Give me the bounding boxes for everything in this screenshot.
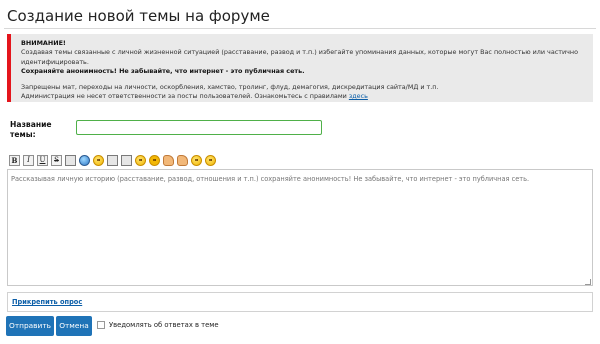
warning-line-anonymity: Сохраняйте анонимность! Не забывайте, чт… [21,66,305,75]
editor-toolbar: B I U S [9,154,216,166]
resize-grip-icon[interactable] [585,279,591,285]
notify-checkbox[interactable] [97,321,105,329]
cancel-button[interactable]: Отмена [56,316,92,336]
underline-button[interactable]: U [37,154,48,166]
notify-label: Уведомлять об ответах в теме [109,321,219,329]
italic-button[interactable]: I [23,154,34,166]
title-divider [4,28,596,29]
page-title: Создание новой темы на форуме [7,7,270,25]
quote-icon[interactable] [65,154,76,166]
image-icon[interactable] [107,154,118,166]
submit-button[interactable]: Отправить [6,316,54,336]
wave-icon[interactable] [177,154,188,166]
warning-responsibility-text: Администрация не несет ответственности з… [21,92,347,101]
happy-icon[interactable] [191,154,202,166]
topic-title-input[interactable] [76,120,322,135]
topic-title-label: Название темы: [10,120,52,139]
notify-option[interactable]: Уведомлять об ответах в теме [97,321,219,329]
message-editor[interactable] [7,169,593,286]
smiley-icon[interactable] [93,154,104,166]
poll-section: Прикрепить опрос [7,292,593,312]
cool-icon[interactable] [149,154,160,166]
warning-notice: ВНИМАНИЕ! Создавая темы связанные с личн… [7,34,593,102]
warning-line-identity: Создавая темы связанные с личной жизненн… [21,48,578,66]
video-icon[interactable] [121,154,132,166]
strike-button[interactable]: S [51,154,62,166]
warning-line-prohibited: Запрещены мат, переходы на личности, оск… [21,83,439,92]
rules-link[interactable]: здесь [349,92,368,100]
link-icon[interactable] [79,154,90,166]
grin-icon[interactable] [205,154,216,166]
thumbs-up-icon[interactable] [163,154,174,166]
warning-line-responsibility: Администрация не несет ответственности з… [21,92,593,101]
smile-icon[interactable] [135,154,146,166]
warning-heading: ВНИМАНИЕ! [21,39,66,47]
bold-button[interactable]: B [9,154,20,166]
attach-poll-link[interactable]: Прикрепить опрос [12,298,82,306]
